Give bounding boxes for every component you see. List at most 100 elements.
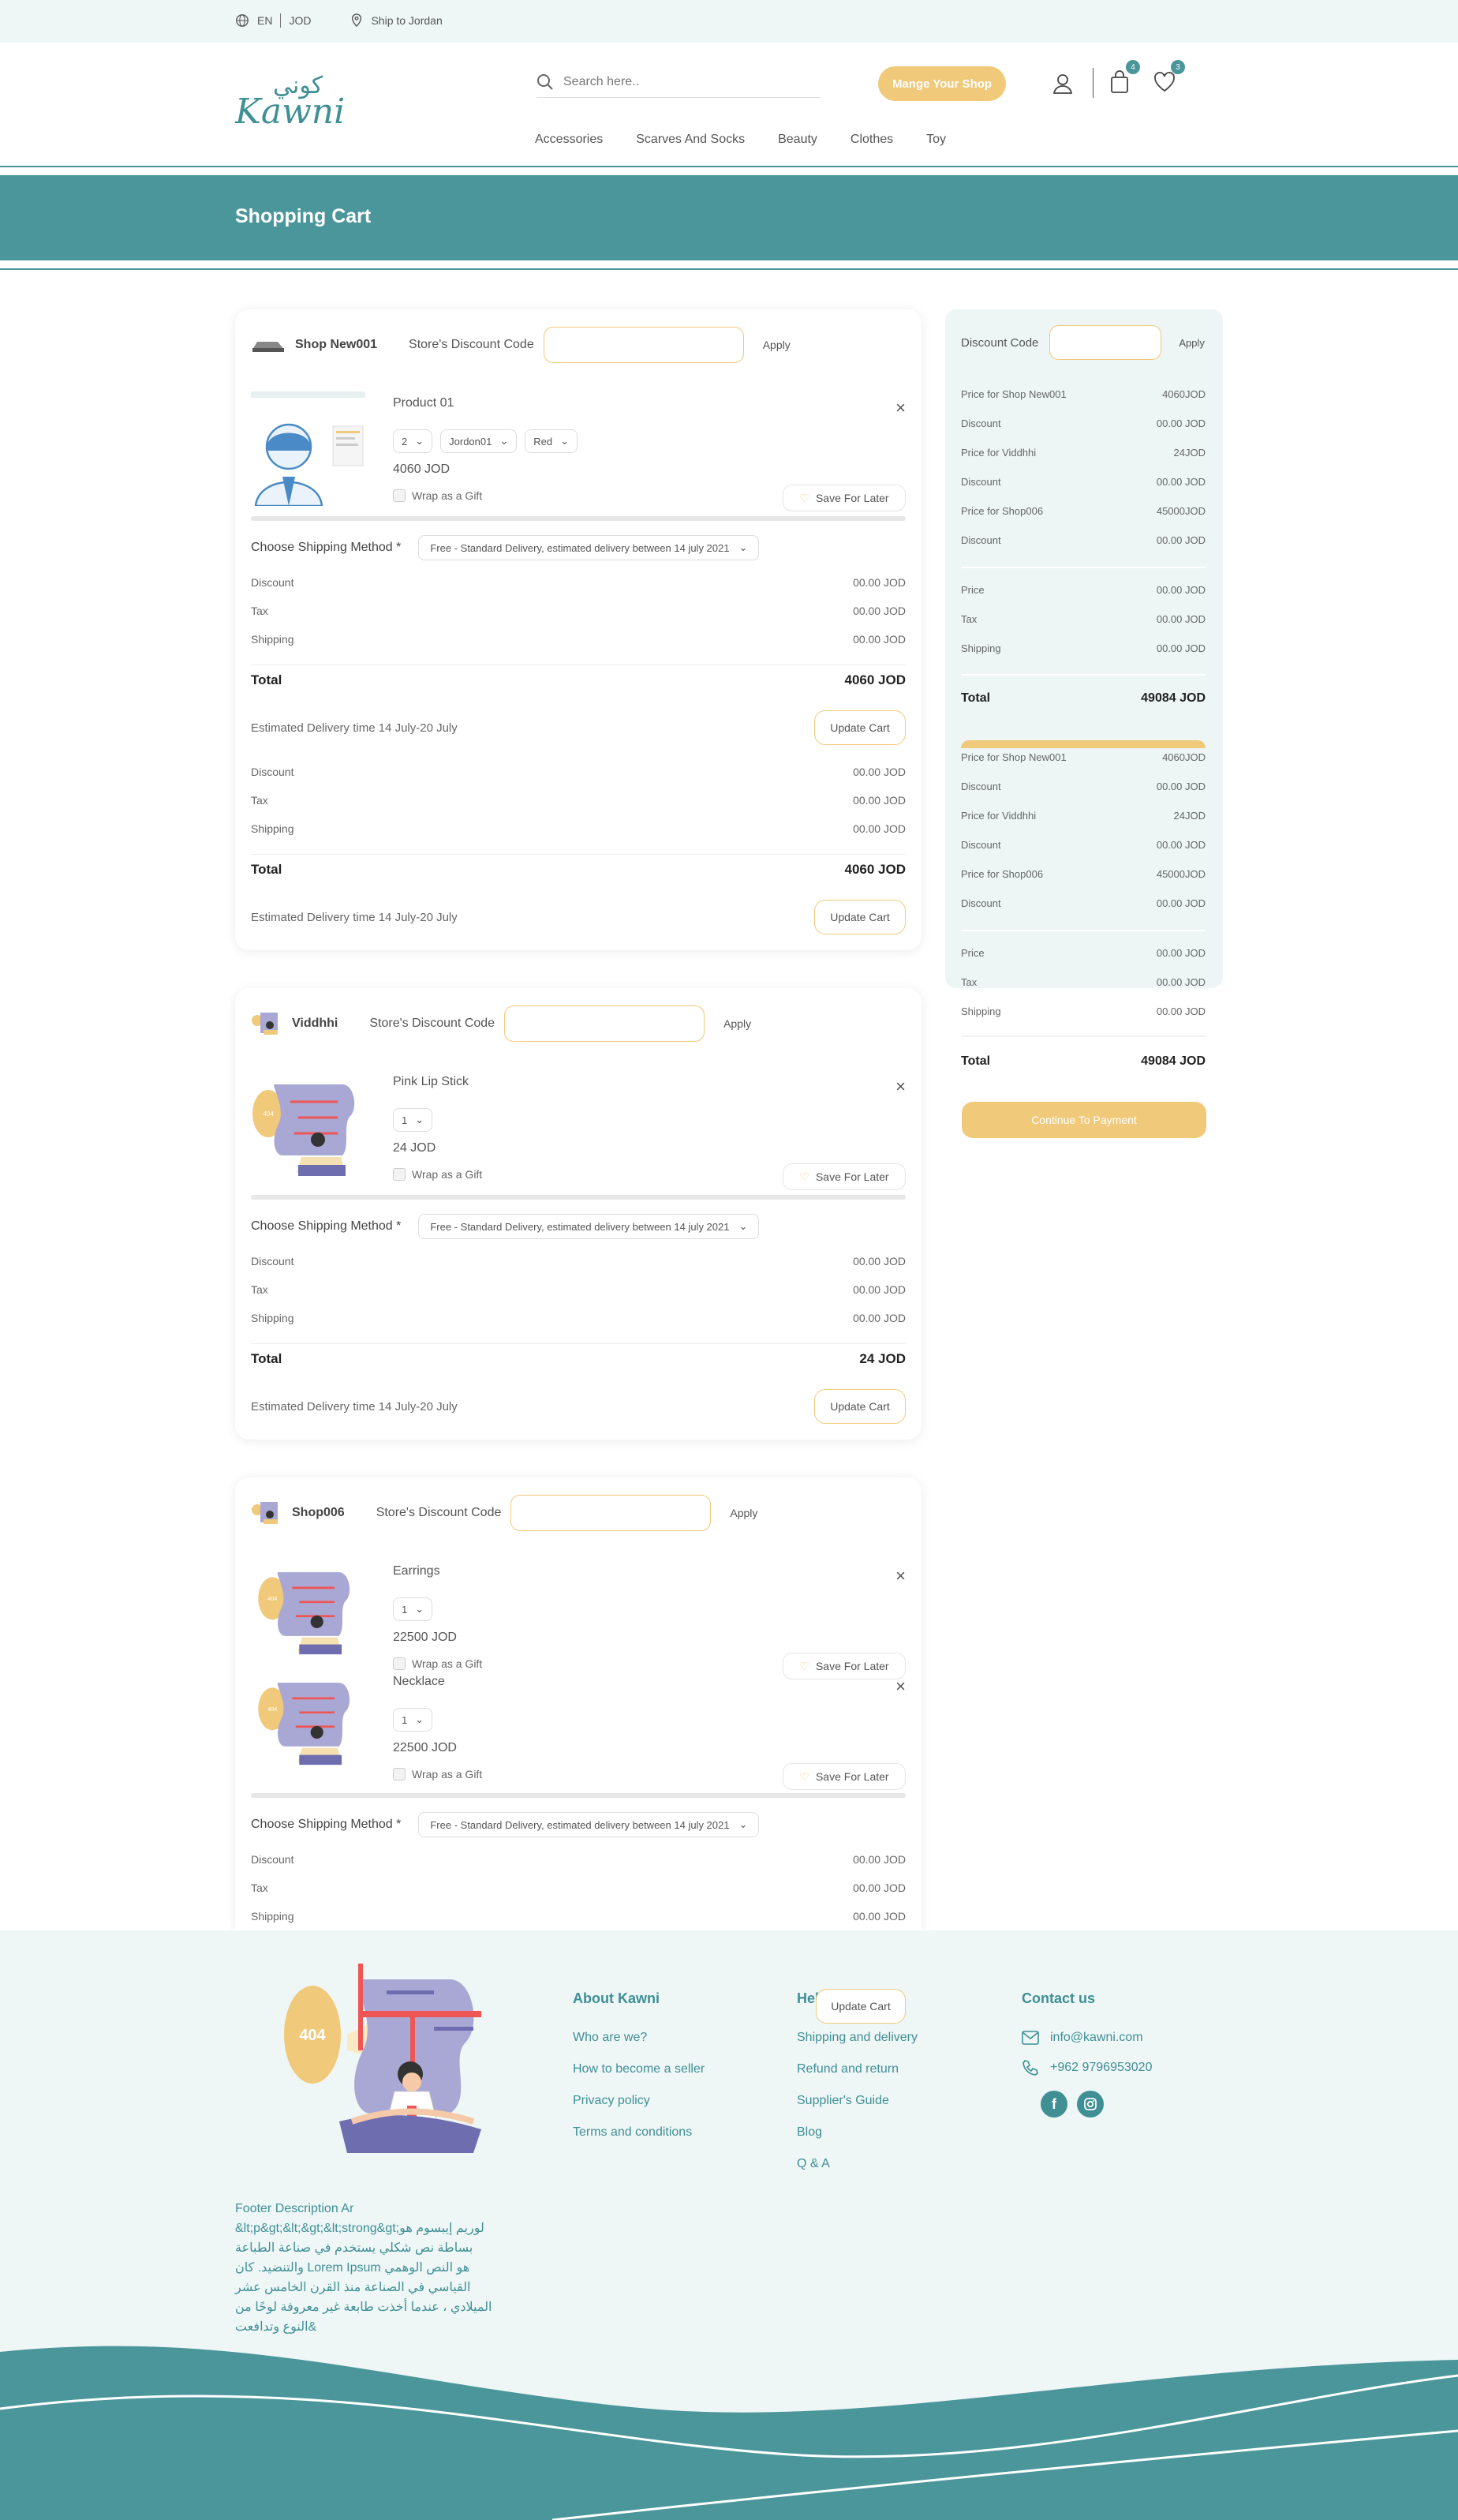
footer-link[interactable]: Refund and return — [797, 2062, 918, 2076]
product-name[interactable]: Product 01 — [393, 396, 454, 410]
page-banner: Shopping Cart — [0, 175, 1458, 260]
apply-button[interactable]: Apply — [723, 1017, 751, 1030]
cart-button[interactable]: 4 — [1104, 60, 1140, 98]
product-name[interactable]: Pink Lip Stick — [393, 1075, 469, 1089]
footer-link[interactable]: How to become a seller — [573, 2062, 705, 2076]
discount-code-row: Discount Code Apply — [961, 325, 1205, 360]
manage-shop-button[interactable]: Mange Your Shop — [878, 66, 1006, 101]
contact-email[interactable]: info@kawni.com — [1022, 2031, 1152, 2045]
nav-toy[interactable]: Toy — [926, 133, 946, 147]
language-selector[interactable]: EN — [257, 14, 272, 27]
heart-icon: ♡ — [799, 1170, 809, 1183]
store-discount-input[interactable] — [510, 1495, 712, 1531]
facebook-icon[interactable]: f — [1041, 2091, 1067, 2117]
remove-item-icon[interactable]: × — [895, 398, 906, 418]
row-value: 24JOD — [1173, 447, 1206, 459]
wrap-gift-option[interactable]: Wrap as a Gift — [393, 1657, 482, 1670]
continue-to-payment-button[interactable]: Continue To Payment — [962, 1102, 1206, 1138]
heart-icon: ♡ — [799, 1769, 809, 1783]
ship-to-selector[interactable]: Ship to Jordan — [371, 14, 442, 27]
store-discount-input[interactable] — [504, 1005, 705, 1042]
save-for-later-button[interactable]: ♡ Save For Later — [783, 1163, 906, 1190]
nav-accessories[interactable]: Accessories — [535, 133, 603, 147]
store-discount-input[interactable] — [543, 327, 744, 363]
footer-link[interactable]: Shipping and delivery — [797, 2031, 918, 2045]
shipping-method-select[interactable]: Free - Standard Delivery, estimated deli… — [418, 535, 760, 560]
summary-row: Tax 00.00 JOD — [961, 976, 1206, 988]
store-discount-label: Store's Discount Code — [376, 1506, 502, 1519]
update-cart-button[interactable]: Update Cart — [814, 1389, 906, 1424]
total-value: 49084 JOD — [1141, 691, 1206, 705]
quantity-select[interactable]: 2 ⌄ — [393, 429, 433, 453]
quantity-select[interactable]: 1 ⌄ — [393, 1708, 433, 1732]
update-cart-button[interactable]: Update Cart — [816, 1989, 906, 2024]
logo-latin: Kawni — [235, 92, 346, 132]
footer-link[interactable]: Terms and conditions — [573, 2125, 705, 2140]
footer-link[interactable]: Blog — [797, 2125, 918, 2140]
remove-item-icon[interactable]: × — [895, 1566, 906, 1586]
wrap-gift-checkbox[interactable] — [393, 1657, 406, 1670]
row-label: Discount — [961, 418, 1001, 429]
summary-row: Price for Shop New001 4060JOD — [961, 388, 1206, 400]
apply-button[interactable]: Apply — [730, 1507, 757, 1519]
product-image[interactable]: 404 — [251, 1070, 365, 1185]
product-image[interactable]: 404 — [251, 1670, 365, 1773]
cart-item: Product 01 2 ⌄ Jordon01 ⌄ Red ⌄ 4060 JOD Wr… — [251, 391, 906, 511]
shipping-method-label: Choose Shipping Method * — [251, 1818, 402, 1831]
quantity-value: 1 — [402, 1603, 408, 1616]
search-input[interactable]: Search here.. — [563, 75, 639, 89]
wrap-gift-option[interactable]: Wrap as a Gift — [393, 489, 482, 502]
wrap-gift-option[interactable]: Wrap as a Gift — [393, 1768, 482, 1780]
row-label: Shipping — [251, 633, 294, 646]
product-name[interactable]: Necklace — [393, 1675, 445, 1689]
product-name[interactable]: Earrings — [393, 1564, 440, 1578]
row-value: 00.00 JOD — [1156, 613, 1206, 625]
save-for-later-button[interactable]: ♡ Save For Later — [783, 1763, 906, 1790]
kawni-logo[interactable]: كوني Kawni — [235, 74, 346, 132]
update-cart-button[interactable]: Update Cart — [814, 900, 906, 934]
save-for-later-button[interactable]: ♡ Save For Later — [783, 485, 906, 511]
product-image[interactable]: 404 — [251, 1560, 365, 1662]
row-label: Discount — [961, 897, 1001, 909]
wrap-gift-checkbox[interactable] — [393, 1168, 406, 1181]
wrap-gift-checkbox[interactable] — [393, 489, 406, 502]
footer-link[interactable]: Q & A — [797, 2157, 918, 2171]
search-bar[interactable]: Search here.. — [536, 66, 821, 98]
instagram-icon[interactable] — [1077, 2091, 1104, 2117]
shop-cart-card: Viddhhi Store's Discount Code Apply 404 … — [235, 988, 922, 1440]
remove-item-icon[interactable]: × — [895, 1676, 906, 1697]
apply-button[interactable]: Apply — [763, 339, 791, 351]
quantity-select[interactable]: 1 ⌄ — [393, 1108, 433, 1132]
summary-row: Price for Shop New001 4060JOD — [961, 751, 1206, 763]
footer-link[interactable]: Who are we? — [573, 2031, 705, 2045]
size-select[interactable]: Jordon01 ⌄ — [440, 429, 518, 453]
color-select[interactable]: Red ⌄ — [525, 429, 578, 453]
product-price: 24 JOD — [393, 1141, 436, 1155]
shipping-method-select[interactable]: Free - Standard Delivery, estimated deli… — [418, 1812, 760, 1837]
discount-code-input[interactable] — [1049, 325, 1162, 360]
shipping-method-select[interactable]: Free - Standard Delivery, estimated deli… — [418, 1214, 760, 1239]
footer-link[interactable]: Privacy policy — [573, 2094, 705, 2108]
nav-clothes[interactable]: Clothes — [850, 133, 893, 147]
footer-link[interactable]: Supplier's Guide — [797, 2094, 918, 2108]
nav-scarves-and-socks[interactable]: Scarves And Socks — [636, 133, 745, 147]
total-value: 4060 JOD — [844, 862, 907, 877]
tax-row: Tax 00.00 JOD — [251, 1882, 906, 1894]
wrap-gift-option[interactable]: Wrap as a Gift — [393, 1168, 482, 1181]
contact-phone[interactable]: +962 9796953020 — [1022, 2059, 1152, 2076]
row-value: 00.00 JOD — [1156, 642, 1206, 654]
wishlist-button[interactable]: 3 — [1149, 60, 1185, 98]
quantity-select[interactable]: 1 ⌄ — [393, 1597, 433, 1621]
account-button[interactable] — [1047, 68, 1079, 99]
wrap-gift-label: Wrap as a Gift — [412, 1657, 483, 1670]
save-later-label: Save For Later — [815, 492, 889, 504]
update-cart-button[interactable]: Update Cart — [814, 710, 906, 745]
product-image[interactable] — [251, 391, 365, 506]
nav-beauty[interactable]: Beauty — [778, 133, 817, 147]
product-price: 4060 JOD — [393, 462, 450, 476]
currency-selector[interactable]: JOD — [289, 14, 311, 27]
remove-item-icon[interactable]: × — [895, 1077, 906, 1097]
row-value: 00.00 JOD — [1156, 976, 1206, 988]
wrap-gift-checkbox[interactable] — [393, 1768, 406, 1780]
apply-button[interactable]: Apply — [1179, 337, 1205, 349]
